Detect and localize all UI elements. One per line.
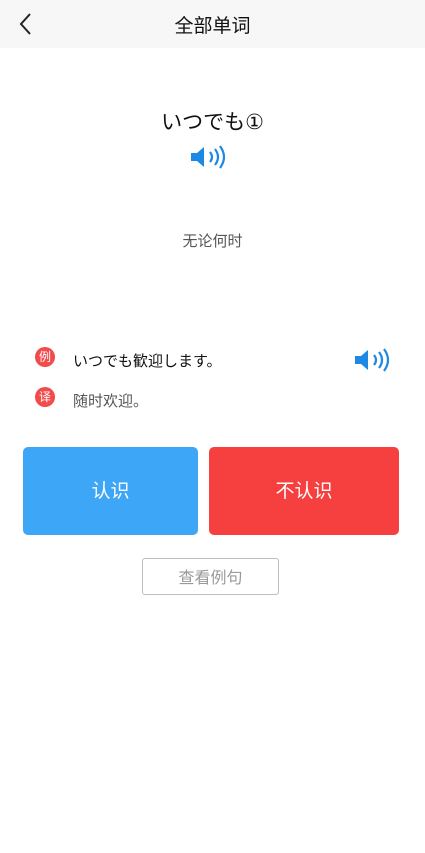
example-badge: 例: [35, 347, 55, 367]
view-examples-button[interactable]: 查看例句: [142, 558, 279, 595]
speaker-icon: [191, 145, 226, 169]
word-speaker-button[interactable]: [189, 143, 229, 171]
page-title: 全部单词: [174, 15, 251, 37]
dont-know-button[interactable]: 不认识: [209, 447, 399, 535]
translation-text: 随时欢迎。: [73, 392, 149, 410]
word-meaning: 无论何时: [182, 232, 243, 250]
top-bar: 全部单词: [0, 0, 425, 48]
example-speaker-button[interactable]: [353, 346, 395, 374]
word-text: いつでも①: [161, 110, 264, 134]
translation-badge: 译: [35, 387, 55, 407]
know-button[interactable]: 认识: [23, 447, 198, 535]
example-sentence: いつでも歓迎します。: [73, 352, 222, 370]
speaker-icon: [355, 348, 390, 372]
